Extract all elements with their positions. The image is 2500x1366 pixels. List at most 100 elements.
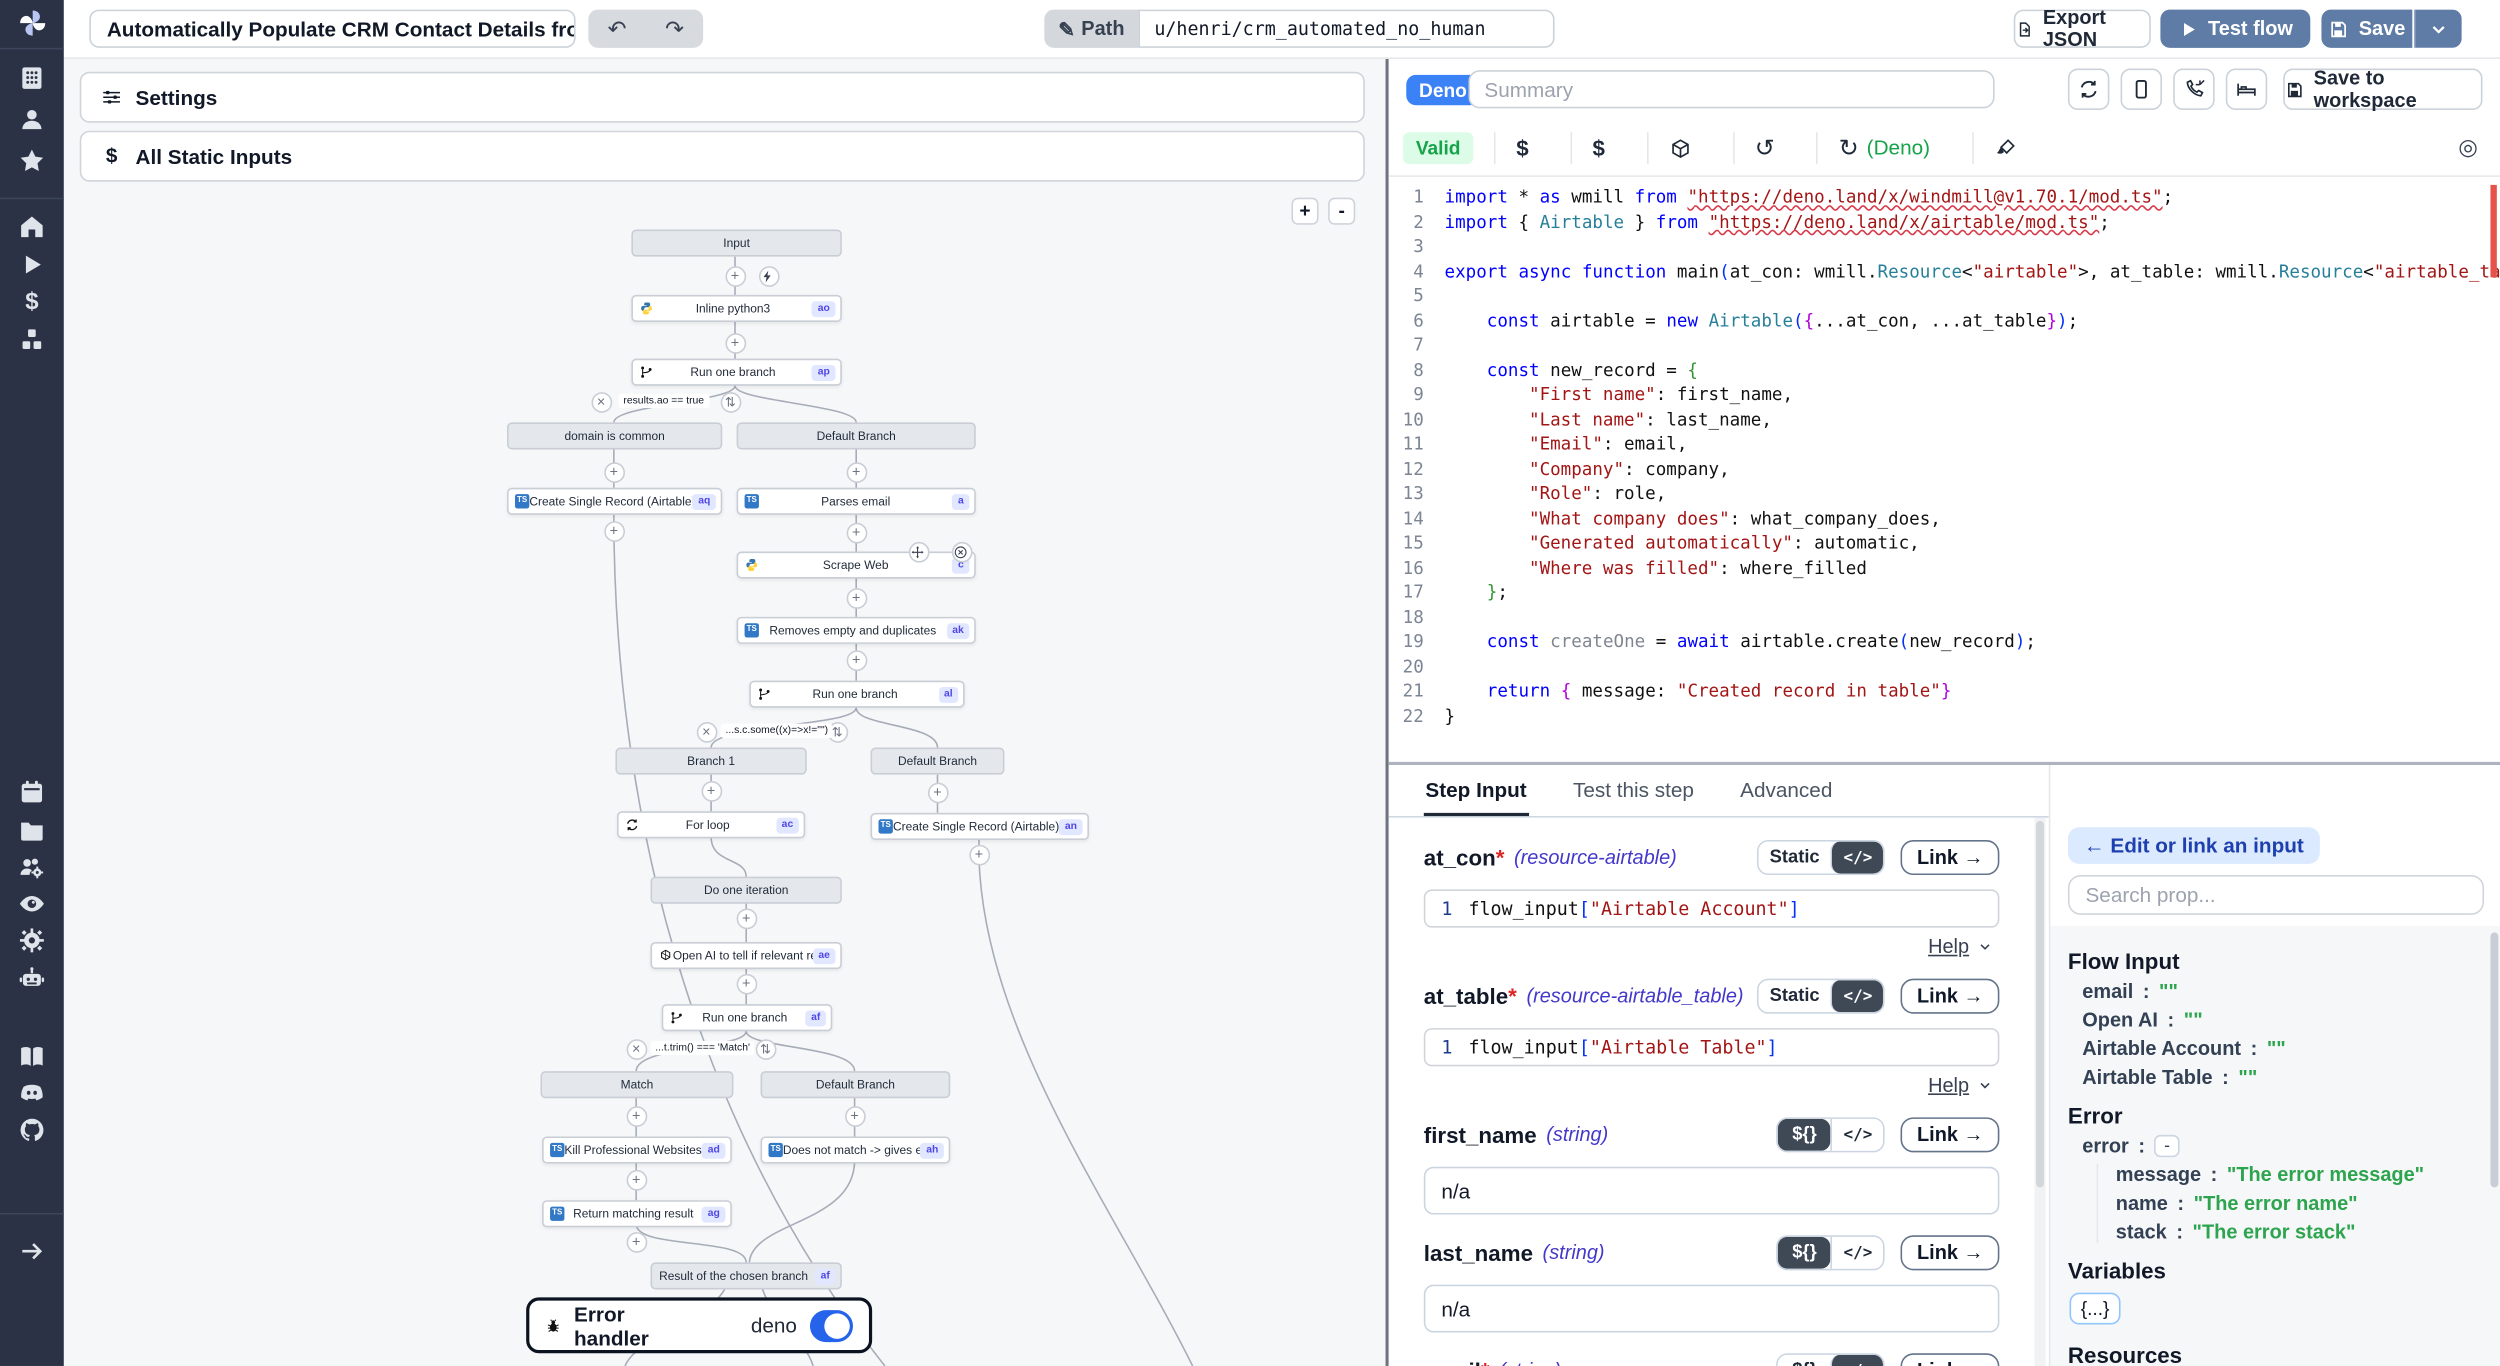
flow-node-default-branch-2[interactable]: Default Branch <box>871 748 1005 775</box>
flow-node-branch-1[interactable]: Branch 1 <box>615 748 806 775</box>
prop-row[interactable]: message:"The error message" <box>2116 1164 2500 1186</box>
code-mode-segment[interactable]: </> <box>1831 1355 1884 1366</box>
link-button[interactable]: Link → <box>1901 1117 1999 1152</box>
user-icon[interactable] <box>18 105 47 134</box>
collapse-button[interactable]: - <box>2155 1135 2180 1157</box>
insert-step-button[interactable]: + <box>725 332 746 353</box>
link-button[interactable]: Link → <box>1901 840 1999 875</box>
favorites-icon[interactable] <box>18 147 47 176</box>
tab-test-this-step[interactable]: Test this step <box>1571 765 1695 816</box>
flow-node-match[interactable]: Match <box>541 1071 734 1098</box>
summary-input[interactable] <box>1468 70 1994 108</box>
edit-or-link-input-button[interactable]: ← Edit or link an input <box>2068 827 2320 864</box>
code-mode-segment[interactable]: </> <box>1831 842 1884 874</box>
error-handler-toggle[interactable] <box>810 1309 853 1341</box>
test-flow-button[interactable]: Test flow <box>2160 10 2310 48</box>
flow-node-return-matching-result[interactable]: TSReturn matching resultag <box>542 1200 732 1227</box>
insert-variable-button[interactable]: $ <box>1570 131 1625 163</box>
flow-settings-bar[interactable]: Settings <box>80 72 1365 123</box>
insert-step-button[interactable]: + <box>626 1231 647 1252</box>
workers-icon[interactable] <box>18 964 47 993</box>
insert-step-button[interactable]: + <box>846 461 867 482</box>
flow-node-does-not-match[interactable]: TSDoes not match -> gives empty valueah <box>761 1136 951 1163</box>
redo-button[interactable]: ↷ <box>651 15 699 42</box>
workspace-icon[interactable] <box>18 64 47 93</box>
expression-editor[interactable]: 1flow_input["Airtable Table"] <box>1424 1028 2000 1066</box>
resources-icon[interactable] <box>18 325 47 354</box>
flow-static-inputs-bar[interactable]: $All Static Inputs <box>80 131 1365 182</box>
flow-node-run-one-branch-al[interactable]: Run one branchal <box>749 681 964 708</box>
save-dropdown-button[interactable] <box>2414 10 2462 48</box>
error-handler-node[interactable]: Error handler deno <box>526 1297 872 1353</box>
flow-node-default-branch-1[interactable]: Default Branch <box>737 422 976 449</box>
step-scrollbar[interactable] <box>2034 818 2045 1366</box>
insert-step-button[interactable]: + <box>725 265 746 286</box>
flow-node-for-loop[interactable]: For loopac <box>617 811 805 838</box>
insert-step-button[interactable]: + <box>969 844 990 865</box>
github-icon[interactable] <box>18 1116 47 1145</box>
prop-row[interactable]: Open AI:"" <box>2082 1009 2500 1031</box>
undo-button[interactable]: ↶ <box>593 15 641 42</box>
flow-node-removes-empty-duplicates[interactable]: TSRemoves empty and duplicatesak <box>737 617 976 644</box>
package-button[interactable] <box>1646 131 1711 163</box>
audit-logs-icon[interactable] <box>18 889 47 918</box>
save-button[interactable]: Save <box>2321 10 2412 48</box>
help-link[interactable]: Help <box>1928 936 1969 958</box>
zoom-in-button[interactable]: + <box>1291 198 1318 225</box>
props-scrollbar[interactable] <box>2490 932 2498 1187</box>
insert-step-button[interactable]: + <box>603 461 624 482</box>
insert-step-button[interactable]: + <box>626 1169 647 1190</box>
docs-icon[interactable] <box>18 1042 47 1071</box>
prop-row[interactable]: Airtable Account:"" <box>2082 1038 2500 1060</box>
insert-step-button[interactable]: + <box>701 780 722 801</box>
assign-variable-button[interactable]: $ <box>1494 131 1549 163</box>
insert-step-button[interactable]: + <box>846 650 867 671</box>
insert-step-button[interactable]: + <box>736 973 757 994</box>
insert-step-button[interactable]: + <box>844 1105 865 1126</box>
code-editor[interactable]: 1import * as wmill from "https://deno.la… <box>1389 177 2500 765</box>
value-mode-segment[interactable]: Static <box>1759 980 1831 1012</box>
sleep-button[interactable] <box>2226 69 2267 110</box>
folders-icon[interactable] <box>18 816 47 845</box>
insert-step-button[interactable]: + <box>736 908 757 929</box>
prop-row[interactable]: Airtable Table:"" <box>2082 1066 2500 1088</box>
remove-step-icon[interactable] <box>951 541 972 562</box>
flow-node-inline-python3[interactable]: Inline python3ao <box>631 295 841 322</box>
variables-icon[interactable]: $ <box>18 288 47 317</box>
zoom-out-button[interactable]: - <box>1328 198 1355 225</box>
format-button[interactable] <box>1972 131 2037 163</box>
link-button[interactable]: Link → <box>1901 979 1999 1014</box>
groups-icon[interactable] <box>18 853 47 882</box>
trigger-bolt-icon[interactable] <box>758 265 779 286</box>
close-icon[interactable]: × <box>591 391 612 412</box>
mobile-view-button[interactable] <box>2121 69 2162 110</box>
prop-row[interactable]: name:"The error name" <box>2116 1192 2500 1214</box>
code-mode-segment[interactable]: </> <box>1831 1237 1884 1269</box>
insert-step-button[interactable]: + <box>927 782 948 803</box>
help-link[interactable]: Help <box>1928 1074 1969 1096</box>
flow-node-run-one-branch-af[interactable]: Run one branchaf <box>662 1004 833 1031</box>
flow-node-open-ai-relevant[interactable]: Open AI to tell if relevant resultae <box>651 942 842 969</box>
insert-step-button[interactable]: + <box>846 522 867 543</box>
reload-language-button[interactable]: ↻(Deno) <box>1816 131 1950 163</box>
swap-branches-icon[interactable]: ⇅ <box>755 1038 776 1059</box>
path-chip[interactable]: ✎Path <box>1044 10 1138 48</box>
runs-icon[interactable] <box>18 250 47 279</box>
move-step-icon[interactable] <box>908 541 929 562</box>
close-icon[interactable]: × <box>696 721 717 742</box>
expression-editor[interactable]: 1flow_input["Airtable Account"] <box>1424 889 2000 927</box>
value-mode-segment[interactable]: ${} <box>1778 1237 1831 1269</box>
schedules-icon[interactable] <box>18 778 47 807</box>
flow-node-run-one-branch-ap[interactable]: Run one branchap <box>631 359 841 386</box>
flow-node-do-one-iteration[interactable]: Do one iteration <box>651 877 842 904</box>
flow-node-input[interactable]: Input <box>631 230 841 257</box>
export-json-button[interactable]: Export JSON <box>2014 10 2151 48</box>
focus-icon[interactable]: ◎ <box>2458 134 2477 161</box>
home-icon[interactable] <box>18 212 47 241</box>
value-mode-segment[interactable]: Static <box>1759 842 1831 874</box>
flow-node-scrape-web[interactable]: Scrape Webc <box>737 551 976 578</box>
search-prop-input[interactable] <box>2068 875 2484 915</box>
reset-button[interactable]: ↺ <box>1732 131 1795 163</box>
settings-icon[interactable] <box>18 926 47 955</box>
link-button[interactable]: Link → <box>1901 1235 1999 1270</box>
